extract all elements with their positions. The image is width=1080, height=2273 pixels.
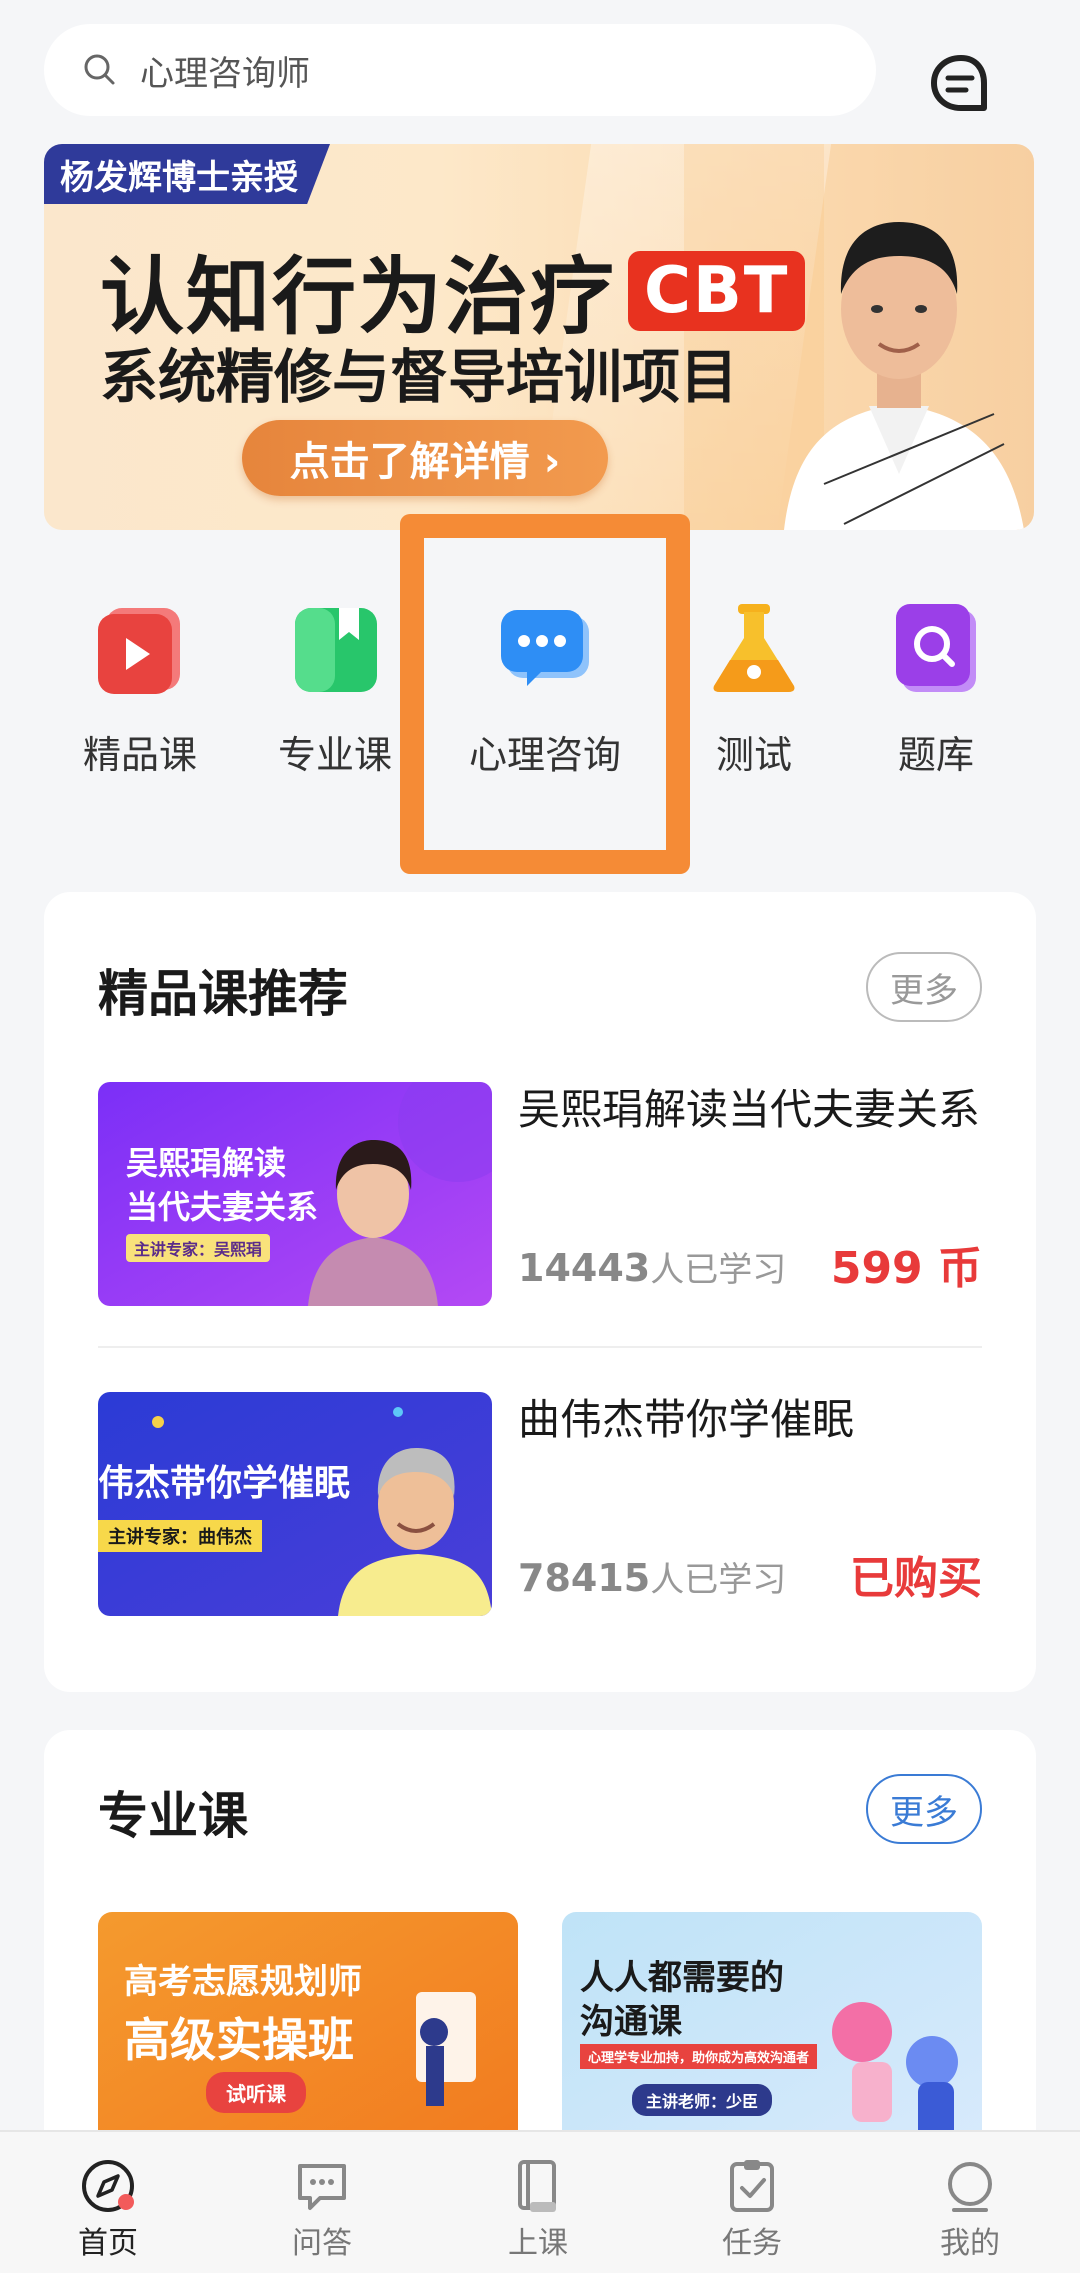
banner-tag: 杨发辉博士亲授 xyxy=(44,144,330,204)
banner-details-button[interactable]: 点击了解详情 › xyxy=(242,420,608,496)
professional-course-card: 专业课 更多 高考志愿规划师 高级实操班 试听课 人人都需要的 沟通课 心理学专… xyxy=(44,1730,1036,2190)
course-title: 曲伟杰带你学催眠 xyxy=(518,1395,855,1444)
tab-label: 我的 xyxy=(940,2226,1000,2261)
course-learners: 14443人已学习 xyxy=(518,1242,786,1291)
message-icon[interactable] xyxy=(928,52,994,118)
course-price: 599 币 xyxy=(830,1243,982,1294)
tab-label: 任务 xyxy=(722,2226,782,2261)
nav-professional-course[interactable]: 专业课 xyxy=(245,600,425,800)
thumb-caption: 主讲专家：曲伟杰 xyxy=(98,1520,262,1552)
qa-icon xyxy=(292,2156,352,2216)
book-icon xyxy=(287,600,383,696)
more-button[interactable]: 更多 xyxy=(866,1774,982,1844)
tab-class[interactable]: 上课 xyxy=(468,2156,608,2262)
search-placeholder: 心理咨询师 xyxy=(140,53,310,94)
thumb-tag: 试听课 xyxy=(206,2072,306,2113)
tab-home[interactable]: 首页 xyxy=(38,2156,178,2262)
course-thumbnail[interactable]: 高考志愿规划师 高级实操班 试听课 xyxy=(98,1912,518,2160)
thumb-line: 高考志愿规划师 xyxy=(124,1962,362,2002)
divider xyxy=(98,1346,982,1348)
header: 心理咨询师 xyxy=(0,0,1080,140)
more-button[interactable]: 更多 xyxy=(866,952,982,1022)
banner-subtitle: 系统精修与督导培训项目 xyxy=(100,343,739,411)
course-thumbnail: 吴熙琄解读 当代夫妻关系 主讲专家：吴熙琄 xyxy=(98,1082,492,1306)
tab-label: 上课 xyxy=(508,2226,568,2261)
nav-test[interactable]: 测试 xyxy=(664,600,844,800)
nav-label: 专业课 xyxy=(277,733,392,777)
tab-profile[interactable]: 我的 xyxy=(900,2156,1040,2262)
nav-premium-course[interactable]: 精品课 xyxy=(50,600,230,800)
thumb-tag: 主讲老师：少臣 xyxy=(632,2084,773,2116)
learner-suffix: 人已学习 xyxy=(650,1250,787,1290)
course-thumbnail[interactable]: 人人都需要的 沟通课 心理学专业加持，助你成为高效沟通者 主讲老师：少臣 xyxy=(562,1912,982,2160)
bottom-navigation: 首页 问答 上课 任务 我的 xyxy=(0,2130,1080,2273)
thumb-line: 伟杰带你学催眠 xyxy=(98,1463,351,1504)
search-bar[interactable]: 心理咨询师 xyxy=(44,24,876,116)
course-thumbnail: 伟杰带你学催眠 主讲专家：曲伟杰 xyxy=(98,1392,492,1616)
video-play-icon xyxy=(92,600,188,696)
thumb-line: 吴熙琄解读 xyxy=(126,1144,287,1182)
nav-question-bank[interactable]: 题库 xyxy=(846,600,1026,800)
thumb-caption: 主讲专家：吴熙琄 xyxy=(126,1234,271,1262)
tab-qa[interactable]: 问答 xyxy=(252,2156,392,2262)
search-book-icon xyxy=(888,600,984,696)
course-learners: 78415人已学习 xyxy=(518,1552,786,1601)
course-item[interactable]: 吴熙琄解读 当代夫妻关系 主讲专家：吴熙琄 吴熙琄解读当代夫妻关系 14443人… xyxy=(98,1082,982,1306)
compass-icon xyxy=(78,2156,138,2216)
thumb-line: 沟通课 xyxy=(580,2002,682,2042)
premium-course-card: 精品课推荐 更多 吴熙琄解读 当代夫妻关系 主讲专家：吴熙琄 吴熙琄解读当代夫妻… xyxy=(44,892,1036,1692)
course-book-icon xyxy=(508,2156,568,2216)
tab-tasks[interactable]: 任务 xyxy=(682,2156,822,2262)
course-status: 已购买 xyxy=(850,1553,982,1604)
clipboard-check-icon xyxy=(722,2156,782,2216)
nav-label: 测试 xyxy=(715,733,792,777)
learner-suffix: 人已学习 xyxy=(650,1560,787,1600)
learner-count: 14443 xyxy=(518,1246,651,1290)
thumb-caption: 心理学专业加持，助你成为高效沟通者 xyxy=(580,2044,818,2069)
lecturer-photo xyxy=(764,144,1034,530)
section-title: 精品课推荐 xyxy=(98,965,348,1023)
learner-count: 78415 xyxy=(518,1556,651,1600)
promo-banner[interactable]: 杨发辉博士亲授 认知行为治疗 CBT 系统精修与督导培训项目 点击了解详情 › xyxy=(44,144,1034,530)
nav-label: 题库 xyxy=(897,733,974,777)
thumb-line: 人人都需要的 xyxy=(580,1958,784,1998)
section-title: 专业课 xyxy=(98,1787,248,1845)
thumb-line: 当代夫妻关系 xyxy=(126,1188,319,1226)
nav-label: 精品课 xyxy=(82,733,197,777)
course-item[interactable]: 伟杰带你学催眠 主讲专家：曲伟杰 曲伟杰带你学催眠 78415人已学习 已购买 xyxy=(98,1392,982,1616)
profile-icon xyxy=(940,2156,1000,2216)
flask-icon xyxy=(706,600,802,696)
highlight-annotation xyxy=(400,514,690,874)
thumb-line: 高级实操班 xyxy=(124,2013,354,2067)
search-icon xyxy=(80,50,120,90)
course-title: 吴熙琄解读当代夫妻关系 xyxy=(518,1085,981,1134)
tab-label: 首页 xyxy=(78,2226,138,2261)
tab-label: 问答 xyxy=(292,2226,352,2261)
